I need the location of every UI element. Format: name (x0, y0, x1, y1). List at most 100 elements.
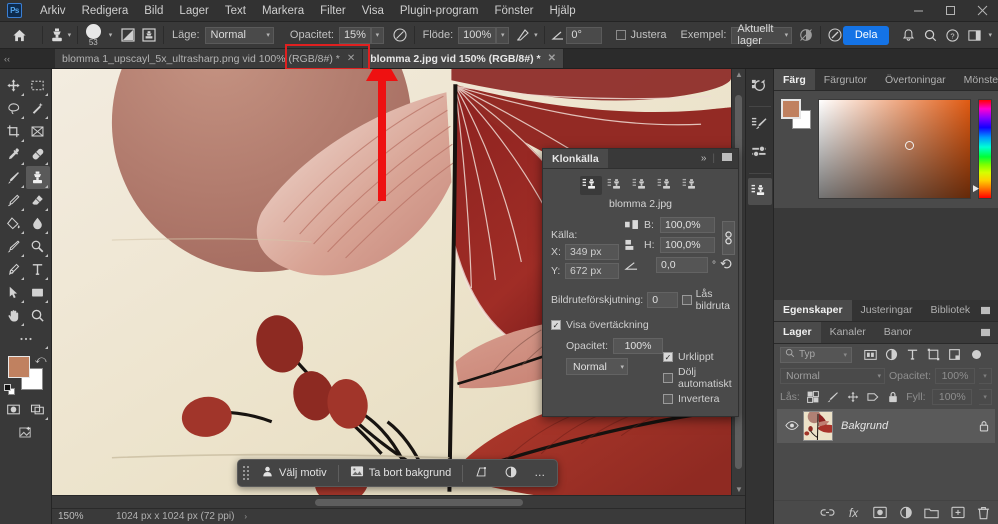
history-panel-icon[interactable] (748, 73, 772, 100)
type-filter-icon[interactable] (905, 348, 919, 362)
tab-overtoningar[interactable]: Övertoningar (876, 69, 955, 90)
hand-tool[interactable] (2, 304, 26, 327)
path-selection-tool[interactable] (2, 281, 26, 304)
clone-source-slot-1[interactable] (580, 176, 602, 195)
notifications-bell-icon[interactable] (897, 25, 919, 46)
layer-filter-select[interactable]: Typ ▾ (780, 347, 852, 363)
lock-transparency-icon[interactable] (807, 390, 820, 403)
link-scale-icon[interactable] (722, 221, 735, 255)
scroll-up-icon[interactable]: ▲ (732, 70, 745, 79)
lock-image-icon[interactable] (827, 390, 840, 403)
adjustment-filter-icon[interactable] (884, 348, 898, 362)
search-icon[interactable] (919, 25, 941, 46)
menu-item-arkiv[interactable]: Arkiv (32, 2, 74, 20)
active-tool-clone-stamp-icon[interactable] (49, 25, 65, 46)
horizontal-scroll-thumb[interactable] (315, 499, 523, 506)
zoom-tool[interactable] (26, 304, 50, 327)
adjustment-layer-icon[interactable] (898, 505, 913, 520)
screen-mode-icon[interactable] (26, 398, 50, 421)
menu-item-bild[interactable]: Bild (136, 2, 171, 20)
panel-menu-icon[interactable] (721, 152, 733, 165)
eye-icon[interactable] (781, 420, 803, 431)
sample-select[interactable]: Aktuellt lager▾ (731, 27, 792, 44)
menu-item-hjalp[interactable]: Hjälp (541, 2, 583, 20)
clone-source-slot-5[interactable] (680, 176, 702, 195)
adjustment-button[interactable] (496, 462, 526, 485)
tab-banor[interactable]: Banor (875, 322, 921, 343)
menu-item-filter[interactable]: Filter (312, 2, 354, 20)
show-overlay-checkbox[interactable]: ✓ (551, 320, 561, 330)
toggle-brush-panel-icon[interactable] (120, 25, 136, 46)
menu-item-markera[interactable]: Markera (254, 2, 312, 20)
opacity-stepper[interactable]: ▾ (371, 27, 384, 44)
spot-healing-brush-tool[interactable] (26, 143, 50, 166)
toggle-clone-source-panel-icon[interactable] (141, 25, 157, 46)
transform-button[interactable] (466, 462, 496, 485)
pixel-filter-icon[interactable] (863, 348, 877, 362)
burn-tool[interactable] (26, 235, 50, 258)
layer-fill-input[interactable]: 100% (932, 389, 972, 405)
tab-egenskaper[interactable]: Egenskaper (774, 300, 852, 321)
new-layer-icon[interactable] (950, 505, 965, 520)
hue-slider-thumb[interactable] (973, 185, 979, 192)
flow-stepper[interactable]: ▾ (496, 27, 509, 44)
menu-item-lager[interactable]: Lager (171, 2, 216, 20)
help-icon[interactable]: ? (941, 25, 963, 46)
pressure-opacity-icon[interactable] (392, 25, 408, 46)
share-button[interactable]: Dela (843, 26, 890, 45)
layer-list[interactable]: Bakgrund (774, 407, 998, 501)
ignore-adjustment-layers-icon[interactable] (798, 25, 814, 46)
menu-item-text[interactable]: Text (217, 2, 254, 20)
history-brush-tool[interactable] (2, 189, 26, 212)
shape-filter-icon[interactable] (926, 348, 940, 362)
eyedropper-tool[interactable] (2, 143, 26, 166)
brush-angle-icon[interactable] (550, 25, 566, 46)
canvas-horizontal-scrollbar[interactable] (52, 495, 745, 508)
lock-all-icon[interactable] (886, 390, 899, 403)
angle-input[interactable]: 0,0 (656, 257, 708, 273)
new-group-icon[interactable] (924, 505, 939, 520)
lock-icon[interactable] (973, 420, 995, 432)
select-subject-button[interactable]: Välj motiv (253, 462, 335, 484)
clone-source-slot-3[interactable] (630, 176, 652, 195)
blur-tool[interactable] (26, 212, 50, 235)
quick-mask-icon[interactable] (2, 398, 26, 421)
fx-icon[interactable]: fx (846, 505, 861, 520)
properties-panel-menu-icon[interactable] (980, 300, 998, 321)
height-input[interactable]: 100,0% (660, 237, 715, 253)
lasso-tool[interactable] (2, 97, 26, 120)
menu-item-visa[interactable]: Visa (354, 2, 392, 20)
paint-bucket-tool[interactable] (2, 212, 26, 235)
link-layers-icon[interactable] (820, 505, 835, 520)
hue-slider[interactable] (978, 99, 992, 199)
tab-bibliotek[interactable]: Bibliotek (921, 300, 979, 321)
home-icon[interactable] (12, 25, 28, 46)
opacity-input[interactable]: 15% (339, 27, 371, 44)
add-tools-icon[interactable] (14, 421, 38, 444)
align-checkbox[interactable]: Justera (616, 29, 666, 41)
color-picker-cursor[interactable] (905, 141, 914, 150)
default-colors-icon[interactable] (4, 384, 16, 396)
angle-input[interactable]: 0° (566, 27, 602, 44)
magic-wand-tool[interactable] (26, 97, 50, 120)
scroll-down-icon[interactable]: ▼ (732, 485, 745, 494)
frame-offset-input[interactable]: 0 (647, 292, 677, 308)
overlay-blend-mode-select[interactable]: Normal▾ (566, 358, 628, 375)
layer-thumbnail[interactable] (803, 411, 833, 441)
collapse-icon[interactable]: » (701, 153, 707, 164)
more-options-button[interactable]: … (526, 464, 553, 482)
document-tab-blomma1[interactable]: blomma 1_upscayl_5x_ultrasharp.png vid 1… (55, 49, 363, 68)
layer-opacity-input[interactable]: 100% (935, 368, 975, 384)
tab-lager[interactable]: Lager (774, 322, 821, 343)
color-spectrum-field[interactable] (818, 99, 971, 199)
adjustments-panel-icon[interactable] (748, 140, 772, 167)
canvas-viewport[interactable]: ▲ ▼ Välj moti (52, 69, 745, 495)
menu-item-redigera[interactable]: Redigera (74, 2, 137, 20)
tab-fargrutor[interactable]: Färgrutor (815, 69, 876, 90)
airbrush-icon[interactable] (515, 25, 531, 46)
clone-source-slot-4[interactable] (655, 176, 677, 195)
lock-position-icon[interactable] (847, 390, 860, 403)
clone-source-panel[interactable]: Klonkälla » | (542, 148, 739, 417)
clone-source-tab[interactable]: Klonkälla (543, 149, 608, 168)
table-row[interactable]: Bakgrund (777, 409, 995, 443)
